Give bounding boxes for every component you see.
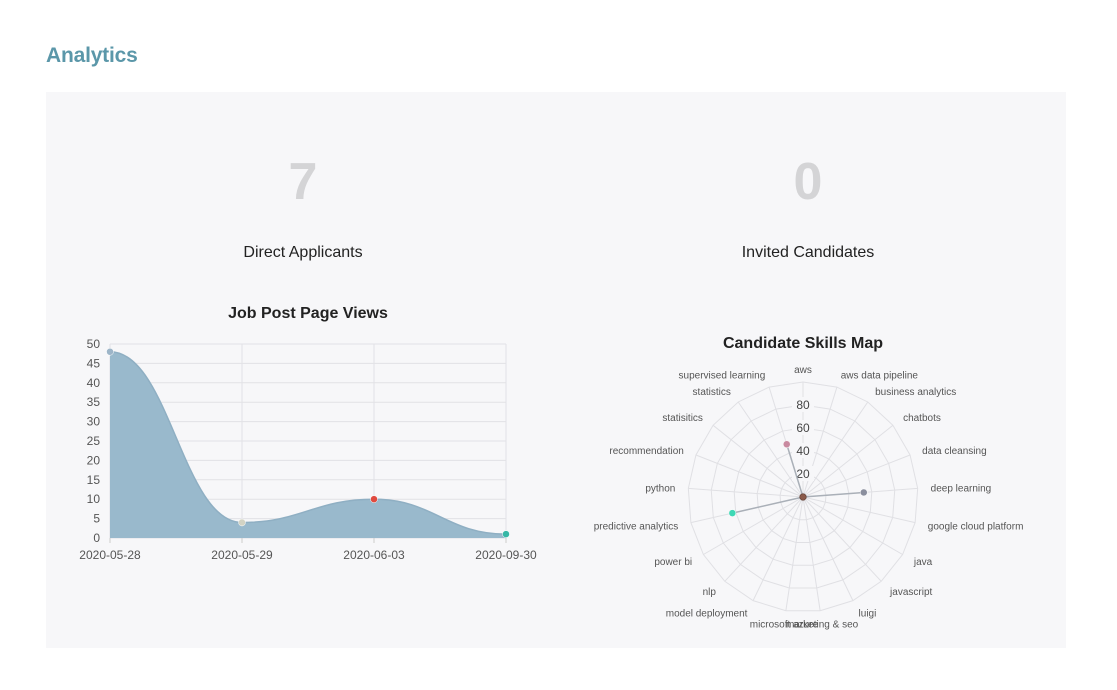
y-tick-label: 15: [87, 473, 101, 487]
x-tick-label: 2020-05-29: [211, 548, 273, 562]
radar-axis-label: microsoft azure: [750, 620, 819, 631]
x-tick-label: 2020-06-03: [343, 548, 405, 562]
radar-data-point: [860, 488, 868, 497]
y-tick-label: 50: [87, 337, 101, 351]
radar-tick-label: 20: [796, 467, 810, 481]
data-point: [106, 348, 114, 356]
x-tick-label: 2020-09-30: [475, 548, 537, 562]
y-tick-label: 0: [93, 531, 100, 545]
radar-spoke: [688, 487, 804, 498]
radar-axis-label: data cleansing: [922, 446, 987, 457]
y-tick-label: 40: [87, 376, 101, 390]
data-point: [370, 495, 378, 503]
radar-spoke: [802, 496, 916, 524]
radar-axis-label: supervised learning: [679, 371, 766, 382]
data-point: [502, 530, 510, 538]
y-tick-label: 5: [93, 512, 100, 526]
radar-tick-label: 80: [796, 398, 810, 412]
radar-axis-label: javascript: [889, 587, 932, 598]
radar-axis-label: business analytics: [875, 387, 956, 398]
y-tick-label: 25: [87, 434, 101, 448]
radar-axis-label: recommendation: [609, 446, 683, 457]
x-tick-label: 2020-05-28: [79, 548, 141, 562]
radar-series-line: [732, 496, 804, 514]
data-point: [238, 518, 246, 527]
radar-axis-label: google cloud platform: [928, 521, 1024, 532]
y-tick-label: 45: [87, 356, 101, 370]
radar-spoke: [724, 496, 804, 582]
radar-spoke: [703, 496, 804, 555]
radar-axis-label: deep learning: [931, 483, 992, 494]
page-views-chart: 0 5 10 15 20 25 30 35 40 45 50 2020-05-28 2020-05-29…: [79, 337, 537, 562]
radar-spoke: [802, 454, 911, 498]
radar-spoke: [802, 424, 894, 498]
radar-data-point: [799, 493, 807, 501]
radar-axis-label: nlp: [703, 587, 717, 598]
radar-axis-label: power bi: [654, 557, 692, 568]
page-title: Analytics: [46, 44, 138, 67]
radar-spoke: [695, 454, 804, 498]
y-tick-label: 35: [87, 395, 101, 409]
radar-axis-label: aws data pipeline: [841, 371, 919, 382]
radar-axis-label: model deployment: [666, 608, 748, 619]
radar-axis-label: java: [913, 557, 933, 568]
y-tick-label: 10: [87, 492, 101, 506]
radar-axis-label: aws: [794, 365, 812, 376]
radar-axis-label: statisitics: [662, 413, 703, 424]
radar-tick-label: 60: [796, 421, 810, 435]
radar-axis-label: python: [645, 483, 675, 494]
radar-spoke: [802, 496, 882, 582]
radar-axis-label: chatbots: [903, 413, 941, 424]
radar-axis-label: luigi: [859, 608, 877, 619]
radar-spoke: [802, 496, 903, 555]
radar-axis-label: predictive analytics: [594, 521, 678, 532]
analytics-panel: 7 Direct Applicants 0 Invited Candidates…: [46, 92, 1066, 648]
y-tick-label: 20: [87, 453, 101, 467]
y-tick-label: 30: [87, 415, 101, 429]
radar-data-point: [782, 440, 791, 449]
skills-radar-chart: 20 40 60 80 aws aws data pipeline business ana…: [594, 365, 1024, 631]
radar-spoke: [712, 424, 804, 498]
radar-tick-label: 40: [796, 444, 810, 458]
radar-axis-label: statistics: [693, 387, 731, 398]
radar-data-point: [728, 509, 737, 517]
